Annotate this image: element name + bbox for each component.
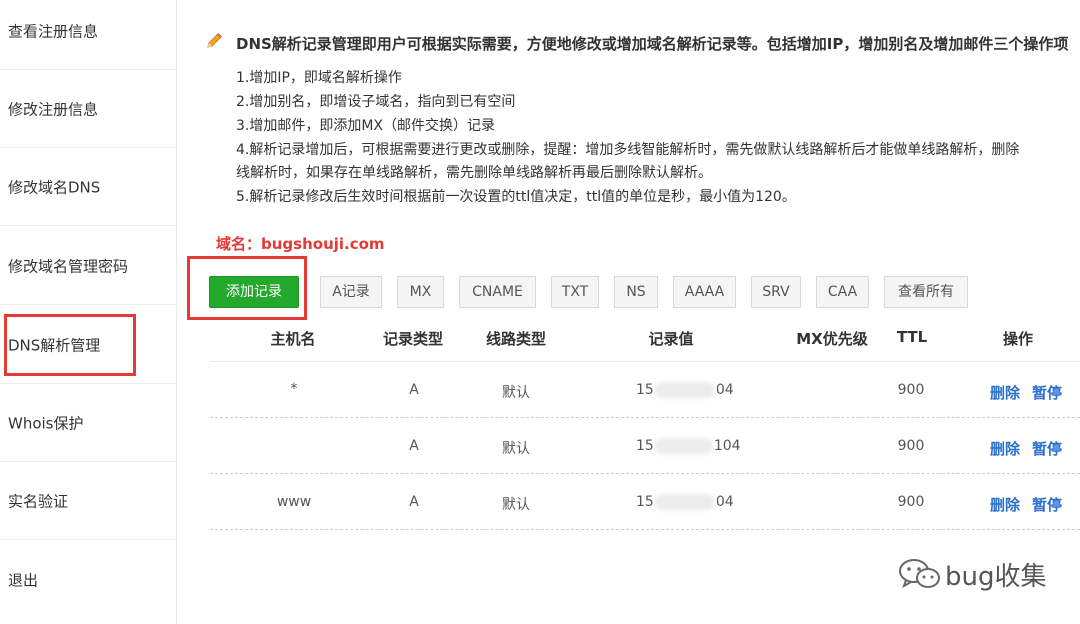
- info-line-3: 3.增加邮件，即添加MX（邮件交换）记录: [236, 118, 496, 134]
- cell-value: 15 104: [636, 438, 741, 454]
- info-title: DNS解析记录管理即用户可根据实际需要，方便地修改或增加域名解析记录等。包括增加…: [236, 35, 1069, 53]
- highlight-box-dns-management: [4, 314, 136, 376]
- pencil-icon: [207, 33, 222, 48]
- delete-link[interactable]: 删除: [990, 494, 1020, 515]
- redacted-blur: [654, 438, 713, 454]
- info-line-1: 1.增加IP，即域名解析操作: [236, 70, 402, 86]
- col-header-type: 记录类型: [382, 330, 444, 348]
- redacted-blur: [654, 494, 715, 510]
- sidebar-item-view-registration[interactable]: 查看注册信息: [0, 0, 176, 70]
- cell-type: A: [409, 438, 419, 454]
- domain-label: 域名：bugshouji.com: [216, 235, 385, 253]
- col-header-ttl: TTL: [896, 328, 928, 346]
- filter-cname-button[interactable]: CNAME: [459, 276, 536, 308]
- info-line-5: 5.解析记录修改后生效时间根据前一次设置的ttl值决定，ttl值的单位是秒，最小…: [236, 189, 796, 205]
- watermark-text: bug收集: [945, 562, 1047, 592]
- pause-link[interactable]: 暂停: [1032, 438, 1062, 459]
- info-line-4b: 线解析时，如果存在单线路解析，需先删除单线路解析再最后删除默认解析。: [236, 165, 712, 181]
- cell-type: A: [409, 382, 419, 398]
- filter-caa-button[interactable]: CAA: [816, 276, 869, 308]
- cell-host: *: [290, 381, 298, 397]
- delete-link[interactable]: 删除: [990, 382, 1020, 403]
- filter-mx-button[interactable]: MX: [397, 276, 444, 308]
- info-line-2: 2.增加别名，即增设子域名，指向到已有空间: [236, 94, 516, 110]
- add-record-button[interactable]: 添加记录: [209, 276, 299, 308]
- view-all-button[interactable]: 查看所有: [884, 276, 968, 308]
- row-divider: [210, 529, 1080, 530]
- row-divider: [210, 417, 1080, 418]
- sidebar-item-whois[interactable]: Whois保护: [0, 384, 176, 462]
- cell-value: 15 04: [636, 382, 734, 398]
- filter-ns-button[interactable]: NS: [614, 276, 658, 308]
- info-line-4: 4.解析记录增加后，可根据需要进行更改或删除，提醒：增加多线智能解析时，需先做默…: [236, 142, 1020, 158]
- cell-ttl: 900: [897, 382, 925, 398]
- cell-type: A: [409, 494, 419, 510]
- col-header-host: 主机名: [270, 330, 316, 348]
- filter-txt-button[interactable]: TXT: [551, 276, 599, 308]
- sidebar-item-edit-registration[interactable]: 修改注册信息: [0, 70, 176, 148]
- row-divider: [210, 473, 1080, 474]
- cell-host: www: [276, 494, 312, 510]
- table-header-divider: [210, 361, 1080, 362]
- filter-srv-button[interactable]: SRV: [751, 276, 801, 308]
- cell-line: 默认: [502, 497, 530, 513]
- col-header-actions: 操作: [1002, 330, 1034, 348]
- sidebar-item-edit-password[interactable]: 修改域名管理密码: [0, 227, 176, 305]
- filter-a-button[interactable]: A记录: [320, 276, 382, 308]
- sidebar-item-logout[interactable]: 退出: [0, 541, 176, 619]
- cell-ttl: 900: [897, 494, 925, 510]
- cell-line: 默认: [502, 441, 530, 457]
- pause-link[interactable]: 暂停: [1032, 494, 1062, 515]
- cell-ttl: 900: [897, 438, 925, 454]
- redacted-blur: [654, 382, 715, 398]
- col-header-line: 线路类型: [485, 330, 547, 348]
- wechat-icon: [899, 559, 940, 589]
- sidebar: 查看注册信息 修改注册信息 修改域名DNS 修改域名管理密码 DNS解析管理 W…: [0, 0, 177, 624]
- sidebar-item-edit-dns[interactable]: 修改域名DNS: [0, 148, 176, 226]
- delete-link[interactable]: 删除: [990, 438, 1020, 459]
- pause-link[interactable]: 暂停: [1032, 382, 1062, 403]
- cell-value: 15 04: [636, 494, 734, 510]
- sidebar-item-verification[interactable]: 实名验证: [0, 462, 176, 540]
- col-header-value: 记录值: [648, 330, 694, 348]
- col-header-mx: MX优先级: [796, 330, 868, 348]
- filter-aaaa-button[interactable]: AAAA: [673, 276, 736, 308]
- cell-line: 默认: [502, 385, 530, 401]
